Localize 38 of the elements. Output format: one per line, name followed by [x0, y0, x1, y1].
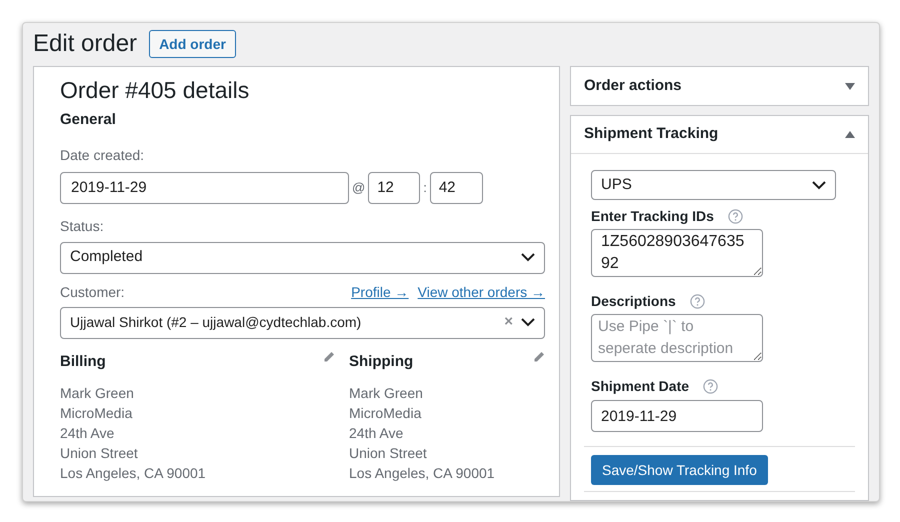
- address-line: Los Angeles, CA 90001: [349, 464, 496, 483]
- save-tracking-button[interactable]: Save/Show Tracking Info: [591, 455, 768, 485]
- date-field[interactable]: 2019-11-29: [60, 172, 349, 204]
- field-label: Enter Tracking IDs: [591, 207, 714, 226]
- panel-title[interactable]: Order actions: [584, 74, 682, 98]
- address-line: Los Angeles, CA 90001: [60, 464, 207, 483]
- field-label: Shipment Date: [591, 377, 690, 396]
- customer-link[interactable]: Profile →: [351, 282, 409, 302]
- address-line: MicroMedia: [60, 404, 134, 423]
- address-heading: Billing: [60, 352, 106, 372]
- customer-select[interactable]: Ujjawal Shirkot (#2 – ujjawal@cydtechlab.com) ×: [60, 306, 545, 338]
- hour-field[interactable]: 12: [368, 172, 420, 204]
- add-order-button[interactable]: Add order: [149, 30, 236, 58]
- panel-title[interactable]: Shipment Tracking: [584, 123, 718, 146]
- order-title: Order #405 details: [60, 76, 250, 105]
- address-line: 24th Ave: [349, 424, 404, 443]
- carrier-select[interactable]: UPS: [591, 170, 836, 200]
- at-sign: @: [351, 178, 366, 197]
- address-line: Mark Green: [349, 384, 424, 403]
- address-line: 24th Ave: [60, 424, 116, 443]
- field-label: Customer:: [60, 282, 125, 302]
- time-colon: :: [422, 178, 428, 197]
- status-select[interactable]: Completed: [60, 242, 545, 274]
- minute-field[interactable]: 42: [430, 172, 483, 204]
- page-title: Edit order: [33, 29, 138, 59]
- field-label: Status:: [60, 216, 105, 236]
- shipment-date-field[interactable]: 2019-11-29: [591, 400, 763, 432]
- descriptions-field[interactable]: Use Pipe `|` to seperate description: [591, 314, 763, 362]
- address-line: Mark Green: [60, 384, 135, 403]
- address-line: MicroMedia: [349, 404, 422, 423]
- customer-link[interactable]: View other orders →: [418, 282, 545, 302]
- address-line: Union Street: [60, 444, 139, 463]
- section-heading: General: [60, 110, 117, 130]
- address-heading: Shipping: [349, 352, 414, 372]
- tracking-ids-field[interactable]: 1Z5602890364763592: [591, 229, 763, 277]
- field-label: Date created:: [60, 146, 146, 164]
- field-label: Descriptions: [591, 292, 676, 311]
- address-line: Union Street: [349, 444, 428, 463]
